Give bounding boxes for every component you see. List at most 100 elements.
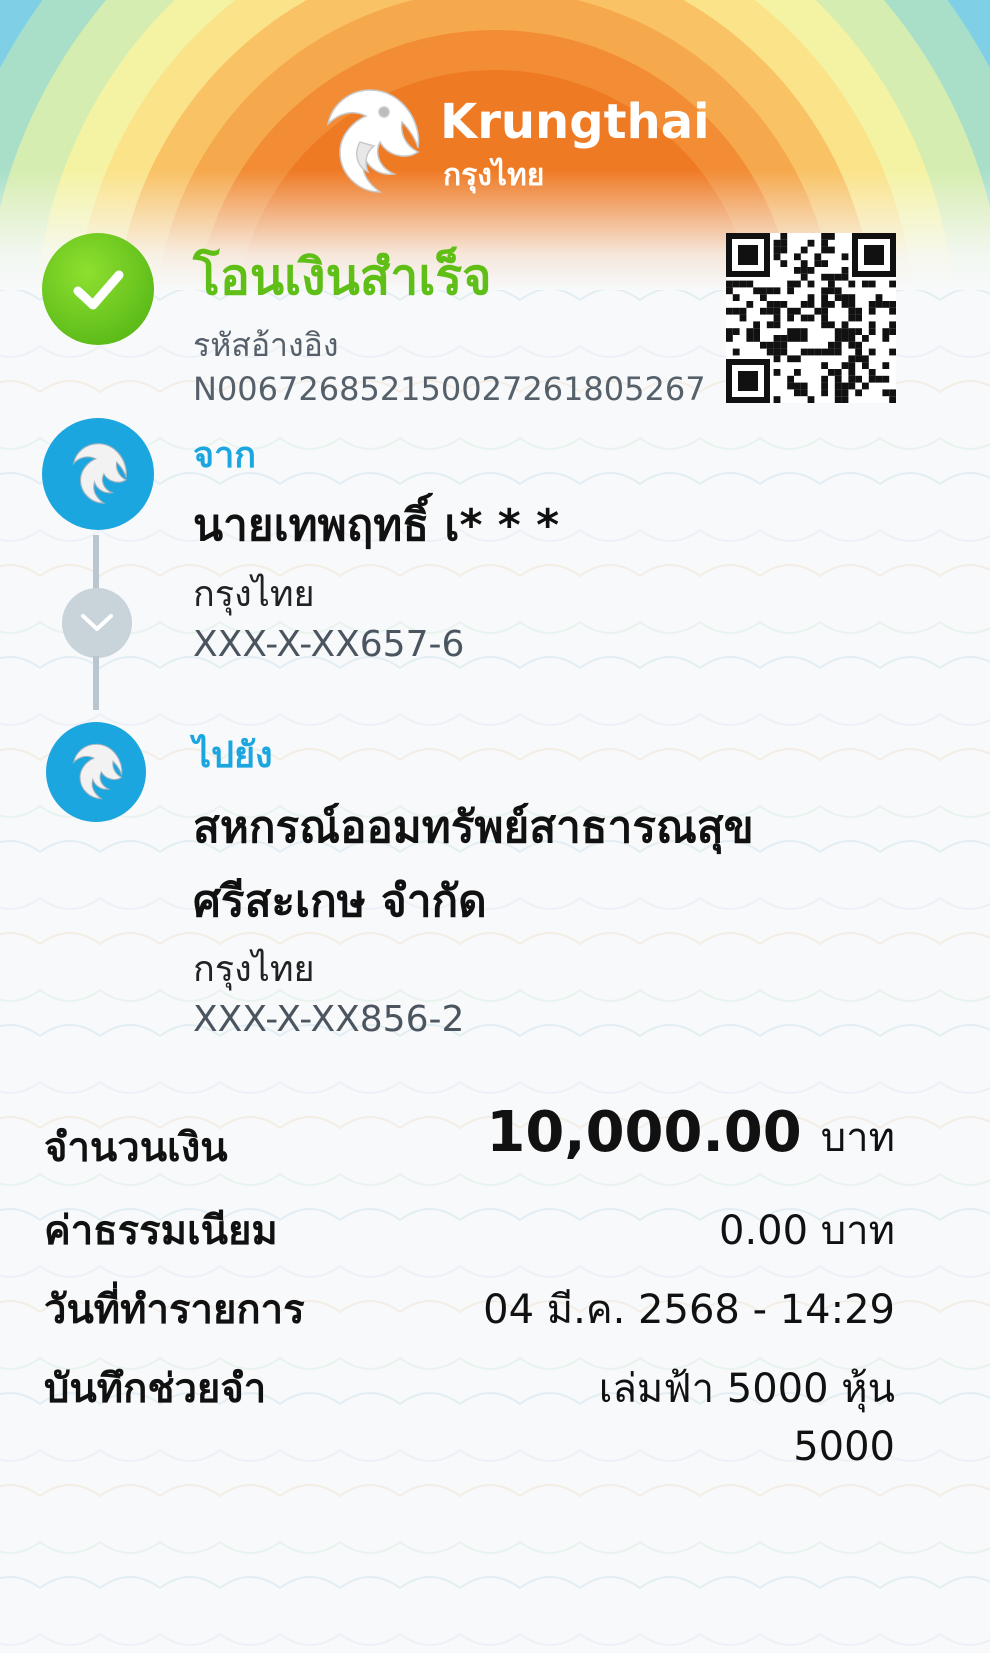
qr-module bbox=[868, 321, 876, 329]
qr-module bbox=[841, 396, 849, 403]
amount-value: 10,000.00 bbox=[486, 1100, 802, 1165]
qr-module bbox=[760, 307, 767, 315]
memo-value-line1: เล่มฟ้า 5000 หุ้น bbox=[598, 1366, 895, 1412]
qr-module bbox=[732, 348, 740, 356]
qr-module bbox=[746, 328, 754, 335]
qr-module bbox=[828, 287, 835, 295]
qr-module bbox=[889, 348, 896, 356]
qr-module bbox=[794, 280, 801, 288]
qr-module bbox=[814, 253, 822, 261]
qr-module bbox=[855, 389, 862, 397]
qr-module bbox=[841, 294, 849, 301]
qr-module bbox=[746, 301, 754, 308]
qr-module bbox=[841, 362, 849, 369]
background-wave bbox=[0, 620, 990, 634]
brand-name-en: Krungthai bbox=[440, 94, 710, 150]
qr-module bbox=[800, 348, 808, 356]
qr-module bbox=[787, 335, 794, 342]
qr-module bbox=[841, 321, 849, 329]
qr-module bbox=[862, 362, 869, 369]
qr-module bbox=[828, 233, 835, 240]
qr-module bbox=[739, 307, 747, 315]
qr-module bbox=[862, 335, 869, 342]
qr-module bbox=[889, 321, 896, 329]
qr-module bbox=[834, 335, 842, 342]
qr-module bbox=[760, 341, 767, 349]
status-title: โอนเงินสำเร็จ bbox=[193, 248, 492, 306]
background-wave bbox=[0, 1632, 990, 1646]
recipient-name-line1: สหกรณ์ออมทรัพย์สาธารณสุข bbox=[193, 802, 754, 853]
qr-module bbox=[821, 389, 828, 397]
qr-module bbox=[868, 369, 876, 376]
qr-module bbox=[848, 382, 856, 390]
recipient-account: XXX-X-XX856-2 bbox=[193, 999, 465, 1040]
background-wave bbox=[0, 988, 990, 1002]
qr-module bbox=[875, 375, 883, 383]
qr-module bbox=[889, 301, 896, 308]
qr-module bbox=[821, 273, 828, 281]
qr-module bbox=[821, 382, 828, 390]
chevron-down-icon bbox=[81, 614, 113, 631]
qr-module bbox=[875, 294, 883, 301]
qr-module bbox=[753, 335, 760, 342]
qr-module bbox=[855, 328, 862, 335]
qr-module bbox=[848, 301, 856, 308]
qr-module bbox=[787, 382, 794, 390]
qr-module bbox=[732, 307, 740, 315]
qr-module bbox=[828, 246, 835, 254]
qr-module bbox=[807, 280, 815, 288]
qr-module bbox=[787, 328, 794, 335]
qr-module bbox=[868, 280, 876, 288]
qr-module bbox=[773, 355, 781, 363]
success-status-badge bbox=[42, 233, 154, 345]
qr-module bbox=[800, 328, 808, 335]
qr-module bbox=[807, 396, 815, 403]
qr-module bbox=[794, 382, 801, 390]
qr-module bbox=[773, 396, 781, 403]
qr-module bbox=[800, 382, 808, 390]
qr-module bbox=[834, 369, 842, 376]
qr-module bbox=[841, 253, 849, 261]
qr-module bbox=[855, 348, 862, 356]
qr-module bbox=[821, 233, 828, 240]
qr-module bbox=[746, 335, 754, 342]
qr-module bbox=[841, 301, 849, 308]
qr-module bbox=[787, 314, 794, 322]
qr-module bbox=[821, 375, 828, 383]
qr-module bbox=[773, 287, 781, 295]
qr-module bbox=[882, 362, 890, 369]
qr-module bbox=[882, 335, 890, 342]
qr-module bbox=[841, 335, 849, 342]
phoenix-logo-icon bbox=[326, 89, 420, 193]
fee-value: 0.00 บาท bbox=[719, 1208, 895, 1254]
qr-module bbox=[773, 321, 781, 329]
qr-module bbox=[855, 314, 862, 322]
qr-module bbox=[766, 321, 774, 329]
qr-module bbox=[766, 348, 774, 356]
krungthai-bird-icon bbox=[72, 743, 123, 800]
qr-module bbox=[773, 253, 781, 261]
qr-module bbox=[821, 307, 828, 315]
qr-module bbox=[773, 239, 781, 247]
qr-module bbox=[794, 355, 801, 363]
qr-module bbox=[868, 307, 876, 315]
qr-module bbox=[821, 294, 828, 301]
sender-name: นายเทพฤทธิ์ เ* * * bbox=[193, 500, 560, 551]
qr-code-icon[interactable] bbox=[726, 233, 896, 403]
qr-module bbox=[848, 314, 856, 322]
qr-module bbox=[814, 348, 822, 356]
transaction-date-value: 04 มี.ค. 2568 - 14:29 bbox=[483, 1287, 895, 1333]
reference-number: N006726852150027261805267 bbox=[193, 370, 706, 408]
qr-module bbox=[848, 280, 856, 288]
qr-module bbox=[726, 280, 733, 288]
qr-module bbox=[848, 362, 856, 369]
qr-module bbox=[862, 280, 869, 288]
qr-module bbox=[828, 321, 835, 329]
qr-module bbox=[773, 335, 781, 342]
qr-module bbox=[848, 375, 856, 383]
qr-module bbox=[841, 389, 849, 397]
qr-module bbox=[889, 328, 896, 335]
qr-module bbox=[828, 341, 835, 349]
transfer-direction-indicator bbox=[62, 588, 132, 658]
qr-module bbox=[834, 396, 842, 403]
